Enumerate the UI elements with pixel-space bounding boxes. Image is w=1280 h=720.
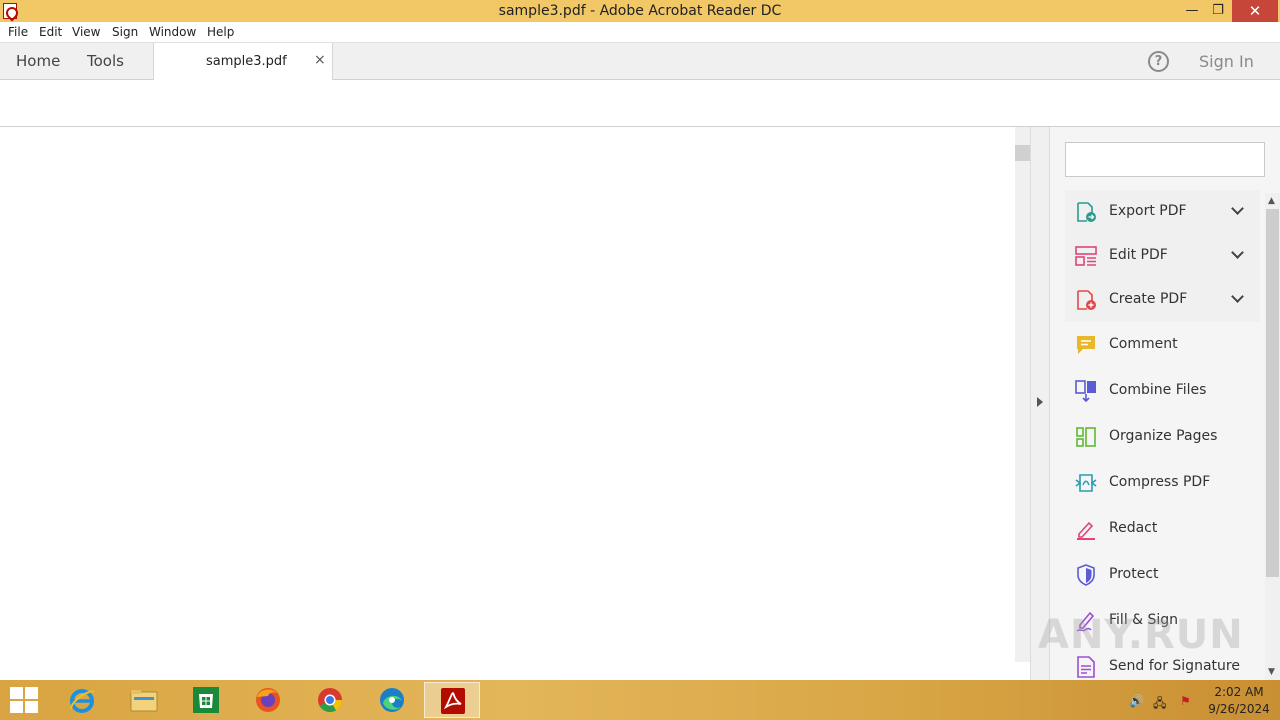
tool-edit-pdf[interactable]: Edit PDF [1065,234,1260,278]
chevron-down-icon[interactable] [1231,202,1244,215]
windows-logo-pane [10,701,23,713]
tool-redact[interactable]: Redact [1065,507,1260,551]
chevron-down-icon[interactable] [1231,290,1244,303]
comment-icon [1077,336,1095,354]
volume-icon[interactable]: 🔊 [1129,694,1144,708]
document-tab-label: sample3.pdf [206,54,287,69]
combine-files-icon [1075,380,1096,402]
sign-in-button[interactable]: Sign In [1199,52,1254,71]
document-toolbar [0,80,1280,127]
send-signature-icon [1077,656,1095,678]
acrobat-icon [441,688,465,714]
tab-tools[interactable]: Tools [87,52,124,70]
store-icon [193,687,219,713]
document-scrollbar-thumb[interactable] [1015,145,1030,161]
watermark: ANY.RUN [1038,612,1244,658]
clock-time[interactable]: 2:02 AM [1213,685,1265,699]
tool-label: Edit PDF [1109,247,1168,263]
tool-comment[interactable]: Comment [1065,323,1260,367]
taskbar-file-explorer[interactable] [116,682,172,718]
create-pdf-icon [1077,290,1096,310]
action-center-icon[interactable]: ⚑ [1180,694,1191,708]
ie-icon [70,689,95,713]
taskbar-chrome[interactable] [302,682,358,718]
start-button[interactable] [10,687,38,713]
taskbar: 🔊 🖧 ⚑ 2:02 AM 9/26/2024 [0,680,1280,720]
tab-document[interactable]: sample3.pdf × [153,43,333,80]
scroll-up-icon[interactable]: ▲ [1268,196,1275,206]
tool-label: Comment [1109,336,1178,352]
menu-help[interactable]: Help [207,25,234,39]
export-pdf-icon [1077,202,1096,222]
menu-sign[interactable]: Sign [112,25,138,39]
tool-label: Export PDF [1109,203,1187,219]
chevron-down-icon[interactable] [1231,246,1244,259]
tab-home[interactable]: Home [16,52,60,70]
protect-icon [1077,564,1095,586]
tools-search-input[interactable] [1065,142,1265,177]
tools-pane-scrollbar[interactable]: ▲ ▼ [1265,193,1280,680]
firefox-icon [256,688,280,712]
tool-export-pdf[interactable]: Export PDF [1065,190,1260,234]
tool-label: Redact [1109,520,1158,536]
window-title: sample3.pdf - Adobe Acrobat Reader DC [498,3,782,19]
document-view[interactable] [0,127,1015,680]
edge-icon [380,688,404,712]
tool-compress-pdf[interactable]: Compress PDF [1065,461,1260,505]
network-icon[interactable]: 🖧 [1153,694,1166,715]
tool-label: Compress PDF [1109,474,1211,490]
taskbar-firefox[interactable] [240,682,296,718]
pane-divider [1030,127,1050,680]
tool-label: Organize Pages [1109,428,1218,444]
windows-logo-pane [10,687,23,699]
clock-date[interactable]: 9/26/2024 [1206,702,1272,716]
windows-logo-pane [25,687,38,699]
taskbar-store[interactable] [178,682,234,718]
collapse-pane-icon[interactable] [1037,397,1043,407]
help-icon[interactable]: ? [1148,51,1169,72]
close-tab-icon[interactable]: × [314,52,326,68]
taskbar-acrobat-reader[interactable] [424,682,480,718]
tool-protect[interactable]: Protect [1065,553,1260,597]
tools-pane-scrollbar-thumb[interactable] [1266,209,1279,577]
organize-pages-icon [1076,427,1096,447]
minimize-button[interactable]: — [1179,0,1205,22]
menu-view[interactable]: View [72,25,100,39]
taskbar-edge[interactable] [364,682,420,718]
tool-combine-files[interactable]: Combine Files [1065,369,1260,413]
title-bar: sample3.pdf - Adobe Acrobat Reader DC — … [0,0,1280,22]
close-window-button[interactable]: ✕ [1232,0,1278,22]
taskbar-internet-explorer[interactable] [54,682,110,718]
menu-bar: File Edit View Sign Window Help [0,22,1280,43]
tool-create-pdf[interactable]: Create PDF [1065,278,1260,322]
scroll-down-icon[interactable]: ▼ [1268,667,1275,677]
menu-window[interactable]: Window [149,25,196,39]
maximize-button[interactable]: ❐ [1205,0,1231,22]
tool-label: Combine Files [1109,382,1207,398]
tools-pane: Export PDF Edit PDF Create PDF Comment C… [1050,127,1280,680]
tool-label: Protect [1109,566,1159,582]
document-scrollbar[interactable] [1015,127,1030,662]
compress-pdf-icon [1075,474,1097,492]
folder-icon [130,690,158,712]
tool-label: Create PDF [1109,291,1188,307]
redact-icon [1077,521,1095,540]
tool-organize-pages[interactable]: Organize Pages [1065,415,1260,459]
chrome-icon [318,688,342,713]
menu-edit[interactable]: Edit [39,25,62,39]
windows-logo-pane [25,701,38,713]
edit-pdf-icon [1075,246,1097,266]
menu-file[interactable]: File [8,25,28,39]
tool-label: Send for Signature [1109,658,1240,674]
tab-bar: Home Tools sample3.pdf × ? Sign In [0,43,1280,80]
